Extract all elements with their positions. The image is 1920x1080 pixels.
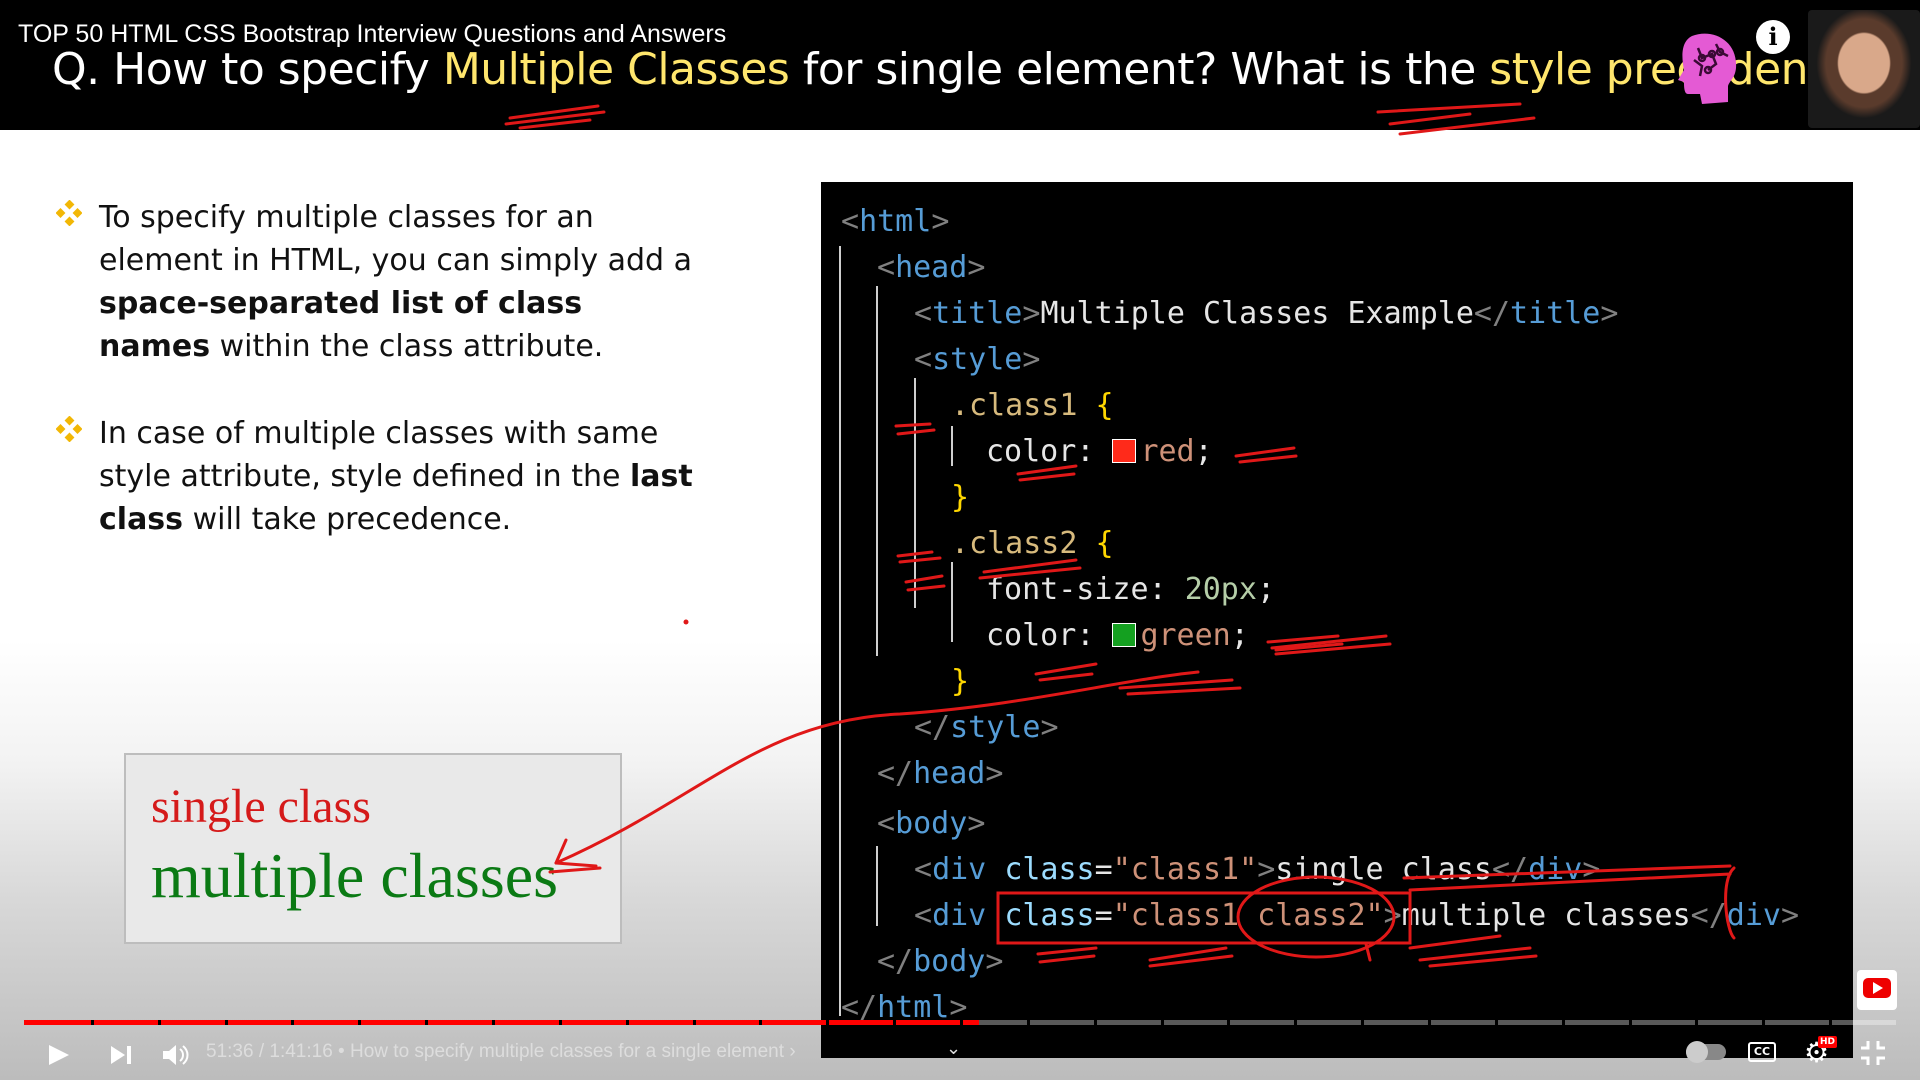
chapter-marker: [1494, 1020, 1498, 1025]
chapter-marker: [425, 1020, 429, 1025]
hd-badge: HD: [1818, 1036, 1838, 1048]
chapter-marker: [224, 1020, 228, 1025]
bullet-text: To specify multiple classes for an eleme…: [99, 196, 699, 368]
code-line: }: [951, 664, 970, 699]
bullet-text: In case of multiple classes with same st…: [99, 412, 699, 541]
time-text: 51:36 / 1:41:16: [206, 1041, 333, 1062]
chapter-marker: [90, 1020, 94, 1025]
video-frame[interactable]: TOP 50 HTML CSS Bootstrap Interview Ques…: [0, 0, 1920, 1080]
code-line: color: red;: [986, 434, 1213, 469]
bullet-2-text-a: In case of multiple classes with same st…: [99, 416, 659, 494]
slide-question: Q. How to specify Multiple Classes for s…: [52, 44, 1882, 95]
chapter-marker: [1695, 1020, 1699, 1025]
chapter-marker: [1628, 1020, 1632, 1025]
chapter-marker: [157, 1020, 161, 1025]
chapter-marker: [1227, 1020, 1231, 1025]
question-middle: for single element? What is the: [789, 44, 1490, 95]
code-line: .class1 {: [951, 388, 1114, 423]
chapter-marker: [960, 1020, 963, 1025]
example-single-class: single class: [151, 780, 371, 833]
chapter-marker: [492, 1020, 495, 1025]
chapter-marker: [759, 1020, 763, 1025]
indent-guide: [914, 378, 916, 608]
chapter-marker: [692, 1020, 696, 1025]
chapter-title[interactable]: How to specify multiple classes for a si…: [350, 1041, 784, 1062]
green-swatch-icon: [1112, 623, 1137, 647]
time-display: 51:36 / 1:41:16 • How to specify multipl…: [206, 1041, 796, 1075]
question-prefix: Q. How to specify: [52, 44, 443, 95]
chapter-marker: [1361, 1020, 1365, 1025]
code-line: <div class="class1 class2">multiple clas…: [914, 898, 1800, 933]
chapter-marker: [893, 1020, 897, 1025]
chapter-marker: [1294, 1020, 1298, 1025]
indent-guide: [876, 846, 878, 926]
subscribe-icon[interactable]: [1857, 970, 1897, 1010]
question-highlight-multiple-classes: Multiple Classes: [442, 44, 790, 95]
autoplay-toggle[interactable]: [1686, 1041, 1726, 1063]
diamond-bullet-icon: [56, 416, 82, 442]
chapter-marker: [826, 1020, 830, 1025]
exit-fullscreen-icon[interactable]: [1858, 1038, 1888, 1068]
indent-guide: [951, 426, 953, 466]
code-line: <head>: [877, 250, 986, 285]
chevron-down-icon[interactable]: ⌄: [946, 1038, 961, 1072]
bullet-1-text-b: within the class attribute.: [210, 329, 604, 364]
chapter-arrow-icon[interactable]: ›: [789, 1041, 795, 1062]
player-controls: 51:36 / 1:41:16 • How to specify multipl…: [0, 1030, 1920, 1080]
chapter-marker: [1762, 1020, 1766, 1025]
indent-guide: [839, 246, 841, 1016]
code-line: <body>: [877, 806, 986, 841]
chapter-marker: [1160, 1020, 1164, 1025]
code-line: <div class="class1">single class</div>: [914, 852, 1601, 887]
chapter-marker: [1561, 1020, 1565, 1025]
chapter-marker: [1026, 1020, 1030, 1025]
time-separator: •: [332, 1041, 350, 1062]
captions-button[interactable]: CC: [1748, 1042, 1776, 1062]
volume-icon[interactable]: [160, 1038, 190, 1072]
code-line: <html>: [841, 204, 950, 239]
play-button[interactable]: [46, 1038, 72, 1072]
example-multiple-classes: multiple classes: [151, 840, 559, 911]
code-line: </style>: [914, 710, 1059, 745]
chapter-marker: [1428, 1020, 1431, 1025]
chapter-marker: [1093, 1020, 1097, 1025]
progress-fill: [24, 1020, 979, 1025]
bullet-2-text-b: will take precedence.: [183, 502, 512, 537]
code-line: </body>: [877, 944, 1004, 979]
slide-header: TOP 50 HTML CSS Bootstrap Interview Ques…: [0, 0, 1920, 130]
chapter-marker: [291, 1020, 295, 1025]
chapter-marker: [625, 1020, 629, 1025]
code-line: }: [951, 480, 970, 515]
bullet-1-text-a: To specify multiple classes for an eleme…: [99, 200, 693, 278]
chapter-marker: [358, 1020, 362, 1025]
progress-bar[interactable]: [24, 1020, 1896, 1025]
info-icon[interactable]: i: [1756, 20, 1790, 54]
brain-icon: [1678, 33, 1737, 104]
code-line: color: green;: [986, 618, 1249, 653]
presenter-avatar: [1808, 10, 1920, 128]
chapter-marker: [1829, 1020, 1833, 1025]
diamond-bullet-icon: [56, 200, 82, 226]
code-line: <title>Multiple Classes Example</title>: [914, 296, 1619, 331]
code-line: .class2 {: [951, 526, 1114, 561]
code-line: <style>: [914, 342, 1041, 377]
code-line: </head>: [877, 756, 1004, 791]
indent-guide: [876, 286, 878, 656]
next-button[interactable]: [108, 1038, 134, 1072]
code-panel: <html> <head> <title>Multiple Classes Ex…: [821, 182, 1853, 1058]
red-swatch-icon: [1112, 439, 1137, 463]
chapter-marker: [558, 1020, 562, 1025]
indent-guide: [951, 562, 953, 642]
code-line: font-size: 20px;: [986, 572, 1275, 607]
rendered-output-example: single class multiple classes: [124, 753, 622, 944]
